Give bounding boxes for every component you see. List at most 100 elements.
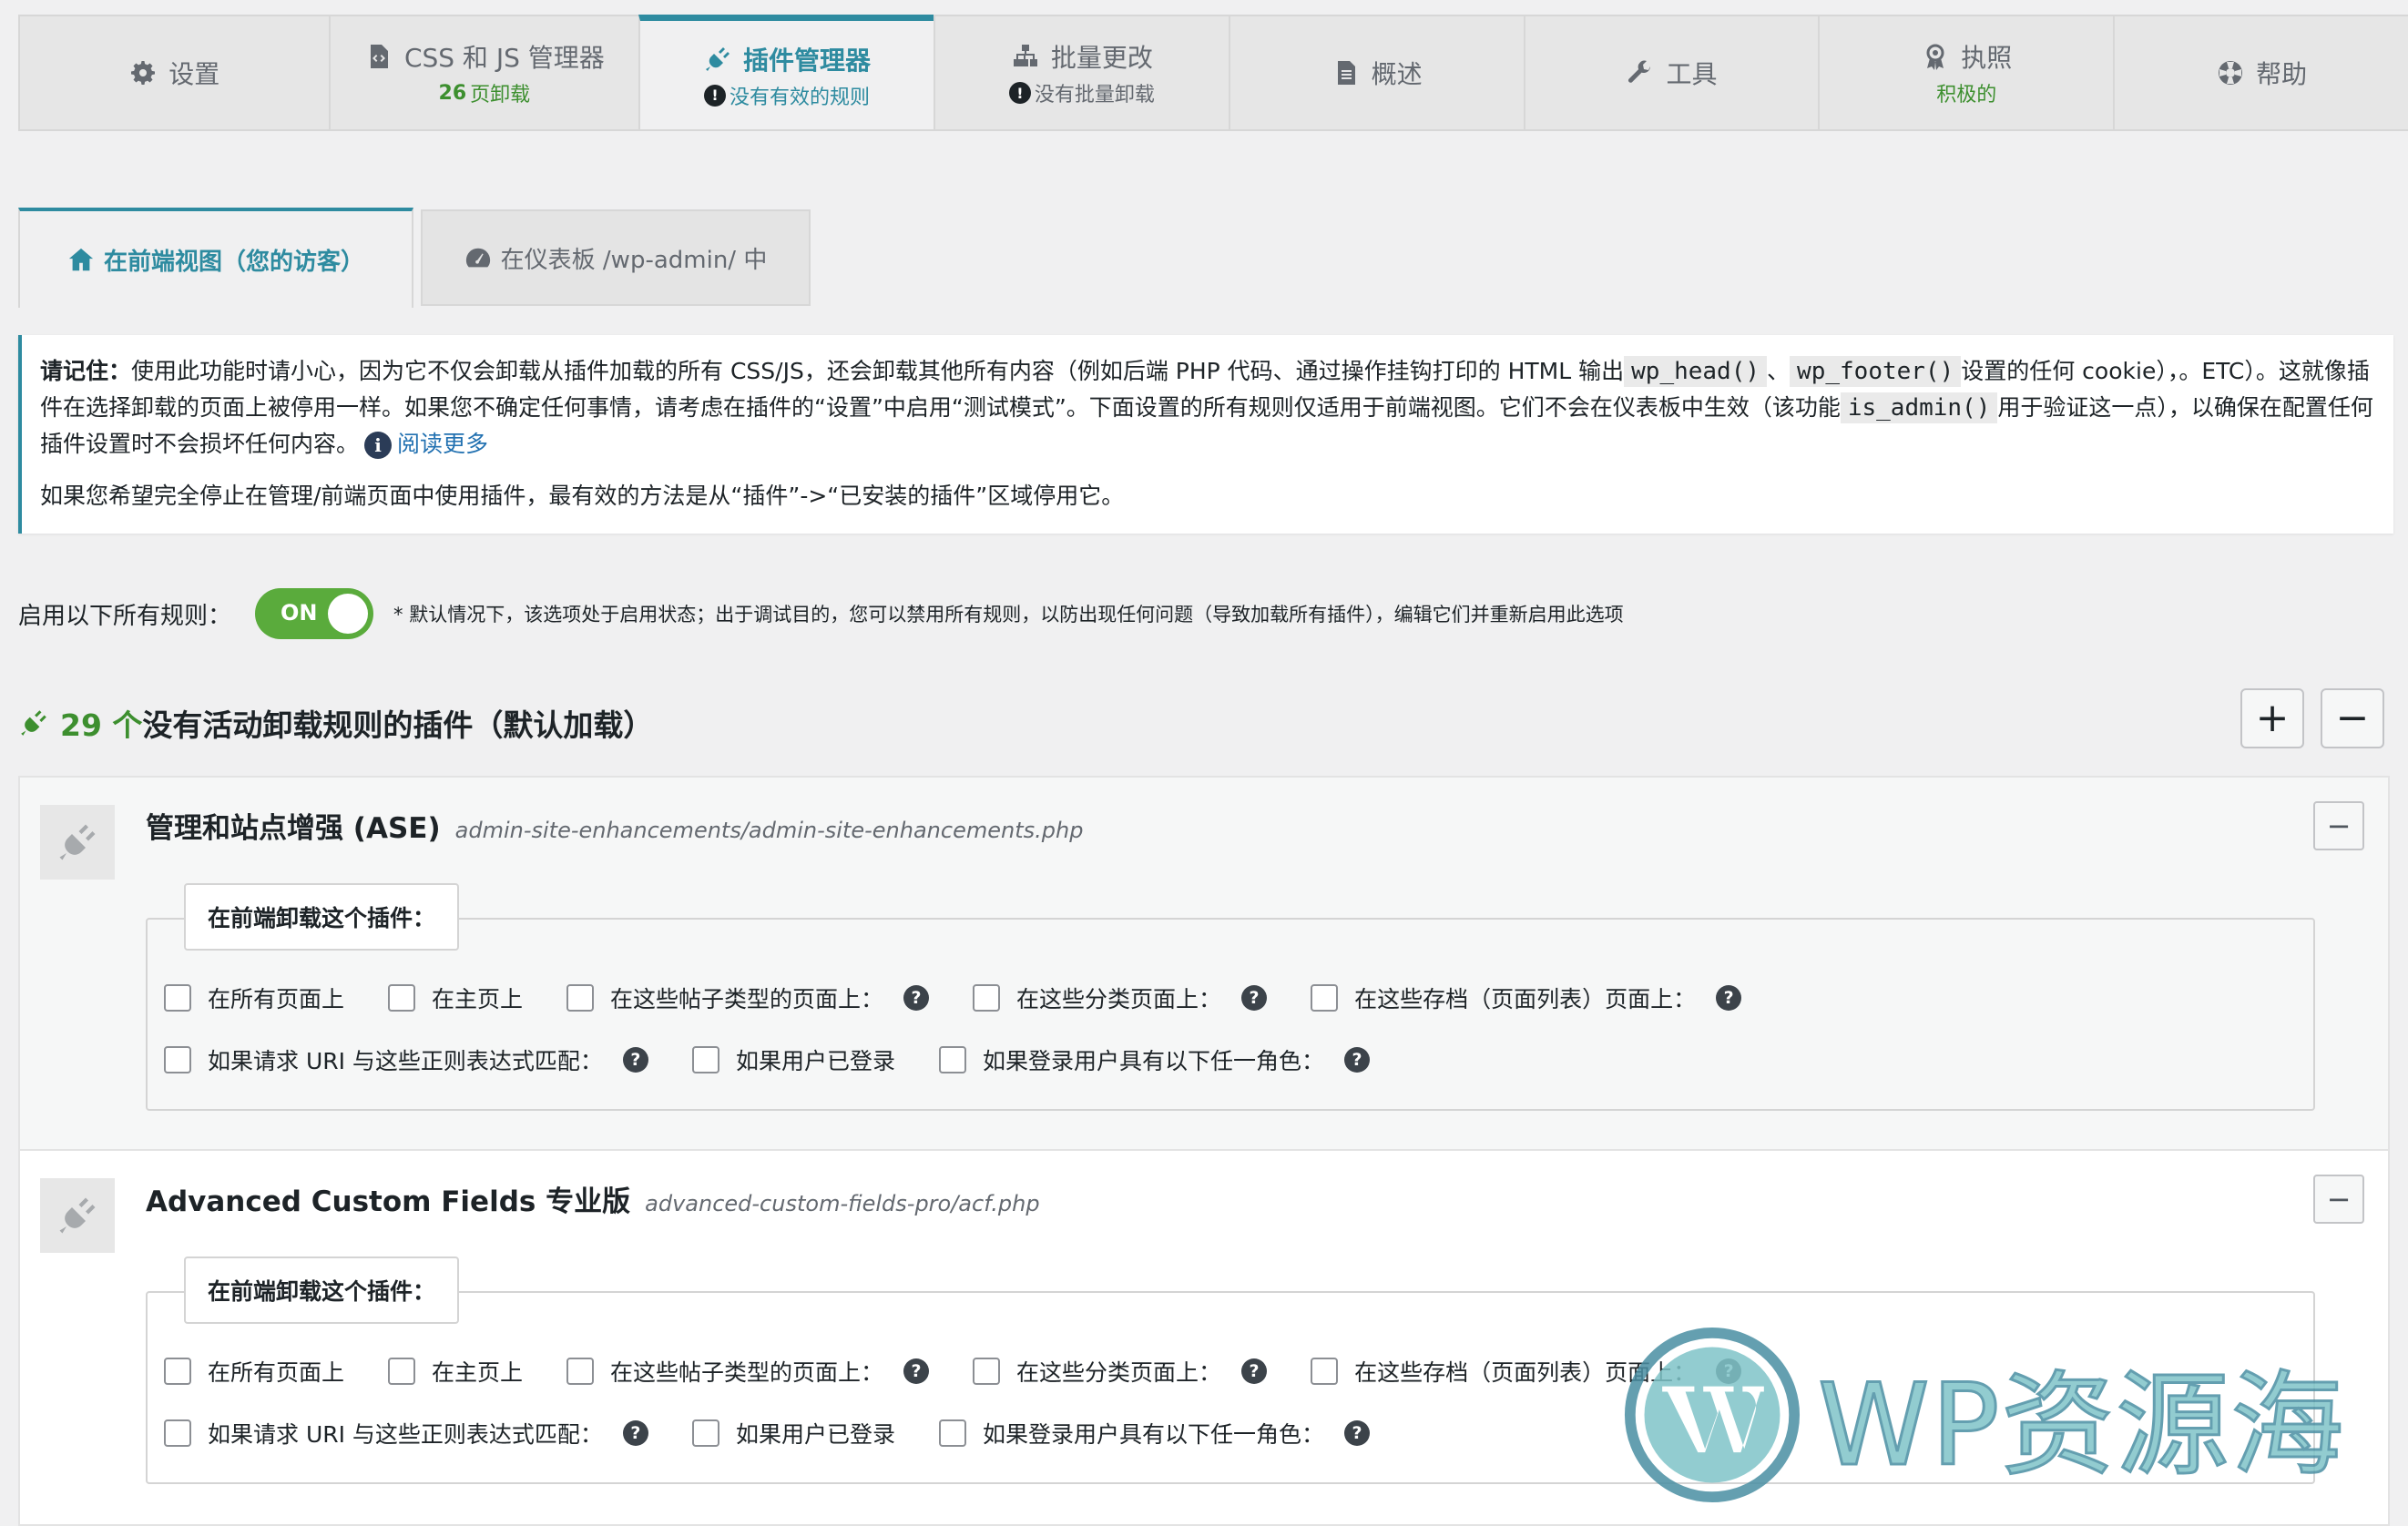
plug-icon (706, 46, 730, 71)
tab-overview-label: 概述 (1371, 59, 1423, 89)
checkbox[interactable] (164, 1046, 191, 1073)
tab-plugin-manager[interactable]: 插件管理器 ! 没有有效的规则 (638, 15, 934, 131)
help-icon[interactable]: ? (903, 985, 930, 1011)
checkbox[interactable] (1311, 984, 1339, 1012)
code-wp-footer: wp_footer() (1790, 356, 1962, 387)
plugin-path: admin-site-enhancements/admin-site-enhan… (454, 818, 1084, 843)
tab-overview[interactable]: 概述 (1228, 15, 1524, 131)
option-user-roles[interactable]: 如果登录用户具有以下任一角色：? (938, 1417, 1370, 1450)
unload-legend: 在前端卸载这个插件： (184, 1256, 460, 1324)
notice-strong: 请记住： (40, 358, 132, 384)
plugin-name: Advanced Custom Fields 专业版 (146, 1185, 631, 1218)
tab-plugin-manager-status: 没有有效的规则 (730, 86, 871, 109)
tab-license[interactable]: 执照 积极的 (1818, 15, 2114, 131)
option-post-types[interactable]: 在这些帖子类型的页面上：? (566, 1355, 930, 1388)
help-icon[interactable]: ? (622, 1047, 648, 1073)
checkbox[interactable] (938, 1046, 966, 1073)
plugin-collapse-button[interactable]: − (2313, 801, 2364, 850)
option-label: 在这些存档（页面列表）页面上： (1354, 1359, 1697, 1386)
checkbox[interactable] (164, 1358, 191, 1385)
option-all-pages[interactable]: 在所有页面上 (164, 982, 344, 1014)
checkbox[interactable] (938, 1419, 966, 1447)
expand-all-button[interactable]: + (2240, 688, 2304, 748)
toggle-state: ON (281, 600, 318, 626)
enable-rules-toggle[interactable]: ON (255, 588, 374, 639)
option-regex-uri[interactable]: 如果请求 URI 与这些正则表达式匹配：? (164, 1043, 648, 1076)
option-label: 在这些存档（页面列表）页面上： (1354, 986, 1697, 1012)
tab-tools-label: 工具 (1666, 59, 1718, 89)
plugin-name: 管理和站点增强 (ASE) (146, 812, 441, 845)
help-icon[interactable]: ? (1716, 985, 1742, 1011)
notice-text-1: 使用此功能时请小心，因为它不仅会卸载从插件加载的所有 CSS/JS，还会卸载其他… (131, 358, 1625, 384)
option-label: 在主页上 (432, 1359, 524, 1386)
plugin-title: Advanced Custom Fields 专业版 advanced-cust… (146, 1178, 1040, 1219)
option-user-roles[interactable]: 如果登录用户具有以下任一角色：? (938, 1043, 1370, 1076)
checkbox[interactable] (1311, 1358, 1339, 1385)
home-icon (68, 248, 94, 271)
plugin-title: 管理和站点增强 (ASE) admin-site-enhancements/ad… (146, 805, 1083, 846)
info-icon: i (364, 432, 393, 459)
plug-icon (59, 1197, 96, 1234)
checkbox[interactable] (973, 1358, 1001, 1385)
tab-bulk-changes[interactable]: 批量更改 ! 没有批量卸载 (933, 15, 1229, 131)
checkbox[interactable] (164, 984, 191, 1012)
option-logged-in[interactable]: 如果用户已登录 (691, 1417, 895, 1450)
option-label: 如果用户已登录 (735, 1421, 895, 1448)
gear-icon (131, 61, 156, 85)
checkbox[interactable] (164, 1419, 191, 1447)
checkbox[interactable] (566, 984, 595, 1012)
checkbox[interactable] (566, 1358, 595, 1385)
option-regex-uri[interactable]: 如果请求 URI 与这些正则表达式匹配：? (164, 1417, 648, 1450)
help-icon[interactable]: ? (1241, 985, 1268, 1011)
notice-paragraph-1: 请记住：使用此功能时请小心，因为它不仅会卸载从插件加载的所有 CSS/JS，还会… (40, 353, 2375, 462)
help-icon[interactable]: ? (1241, 1358, 1268, 1384)
toggle-knob (328, 594, 369, 634)
tab-help[interactable]: 帮助 (2113, 15, 2408, 131)
plugin-row: 管理和站点增强 (ASE) admin-site-enhancements/ad… (18, 776, 2390, 1151)
option-label: 在主页上 (432, 986, 524, 1012)
subtab-dashboard[interactable]: 在仪表板 /wp-admin/ 中 (421, 209, 811, 306)
tab-settings[interactable]: 设置 (18, 15, 329, 131)
option-all-pages[interactable]: 在所有页面上 (164, 1355, 344, 1388)
checkbox[interactable] (691, 1419, 719, 1447)
help-icon[interactable]: ? (622, 1420, 648, 1446)
help-icon[interactable]: ? (1343, 1420, 1370, 1446)
option-label: 在这些帖子类型的页面上： (610, 1359, 884, 1386)
top-tab-bar: 设置 CSS 和 JS 管理器 26 页卸载 插件管理器 ! 没有有效的规则 批量… (18, 15, 2408, 133)
collapse-all-button[interactable]: − (2321, 688, 2384, 748)
license-status: 积极的 (1936, 84, 1997, 107)
tab-tools[interactable]: 工具 (1523, 15, 1819, 131)
subtab-dashboard-label: 在仪表板 /wp-admin/ 中 (500, 246, 768, 274)
option-archives[interactable]: 在这些存档（页面列表）页面上：? (1311, 982, 1742, 1014)
option-post-types[interactable]: 在这些帖子类型的页面上：? (566, 982, 930, 1014)
dashboard-icon (465, 248, 490, 268)
option-taxonomies[interactable]: 在这些分类页面上：? (973, 982, 1268, 1014)
tab-help-label: 帮助 (2256, 59, 2308, 89)
checkbox[interactable] (691, 1046, 719, 1073)
help-icon[interactable]: ? (1343, 1047, 1370, 1073)
help-icon[interactable]: ? (903, 1358, 930, 1384)
option-taxonomies[interactable]: 在这些分类页面上：? (973, 1355, 1268, 1388)
option-archives[interactable]: 在这些存档（页面列表）页面上：? (1311, 1355, 1742, 1388)
plugin-icon (40, 805, 115, 880)
option-homepage[interactable]: 在主页上 (388, 1355, 523, 1388)
help-icon[interactable]: ? (1716, 1358, 1742, 1384)
option-label: 如果请求 URI 与这些正则表达式匹配： (208, 1421, 603, 1448)
checkbox[interactable] (388, 984, 416, 1012)
lifebuoy-icon (2219, 61, 2243, 85)
tab-bulk-changes-status: 没有批量卸载 (1034, 84, 1155, 107)
unload-options-row-2: 如果请求 URI 与这些正则表达式匹配：? 如果用户已登录 如果登录用户具有以下… (164, 1415, 1413, 1451)
plugin-collapse-button[interactable]: − (2313, 1175, 2364, 1224)
option-logged-in[interactable]: 如果用户已登录 (691, 1043, 895, 1076)
option-label: 在这些分类页面上： (1016, 1359, 1222, 1386)
checkbox[interactable] (973, 984, 1001, 1012)
alert-icon: ! (1008, 82, 1031, 104)
plugin-row: Advanced Custom Fields 专业版 advanced-cust… (18, 1149, 2390, 1526)
read-more-link[interactable]: 阅读更多 (397, 431, 488, 457)
subtab-frontend[interactable]: 在前端视图（您的访客） (18, 208, 413, 308)
caution-notice: 请记住：使用此功能时请小心，因为它不仅会卸载从插件加载的所有 CSS/JS，还会… (18, 335, 2393, 534)
option-homepage[interactable]: 在主页上 (388, 982, 523, 1014)
checkbox[interactable] (388, 1358, 416, 1385)
tab-css-js-manager[interactable]: CSS 和 JS 管理器 26 页卸载 (328, 15, 639, 131)
unload-options-row-1: 在所有页面上 在主页上 在这些帖子类型的页面上：? 在这些分类页面上：? 在这些… (164, 980, 1785, 1016)
